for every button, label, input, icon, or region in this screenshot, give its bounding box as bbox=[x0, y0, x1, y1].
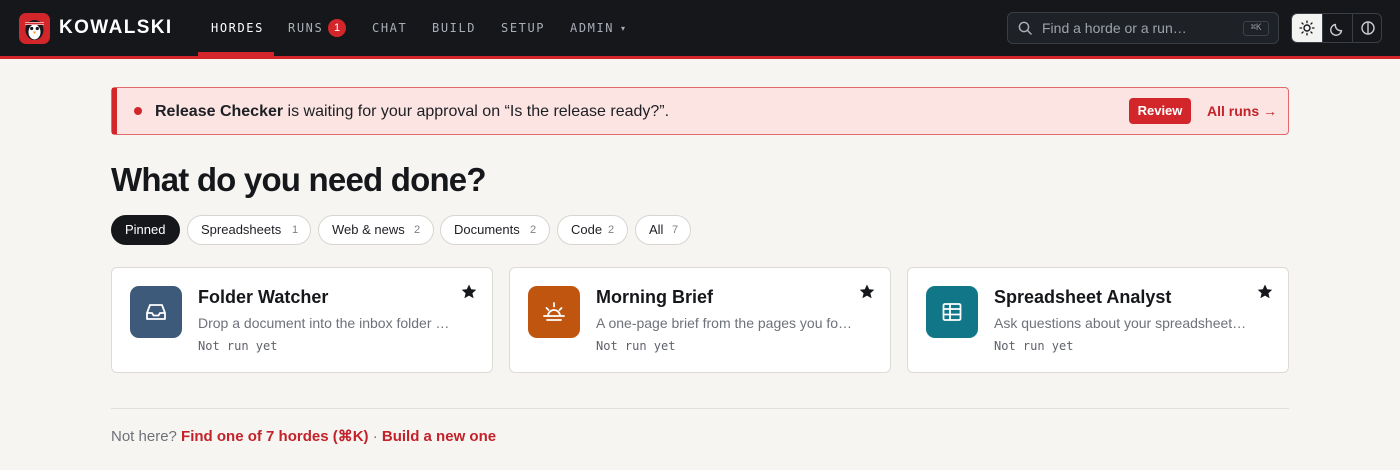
alert-message-text: is waiting for your approval on “Is the … bbox=[283, 103, 670, 120]
filter-chip-code[interactable]: Code 2 bbox=[557, 215, 628, 245]
filter-chip-spreadsheets[interactable]: Spreadsheets 1 bbox=[187, 215, 311, 245]
filter-chip-label: Spreadsheets bbox=[201, 222, 282, 237]
footer-separator: · bbox=[368, 428, 382, 445]
all-runs-link[interactable]: All runs → bbox=[1207, 102, 1277, 120]
page-title: What do you need done? bbox=[111, 161, 487, 198]
filter-chip-label: All bbox=[649, 222, 664, 237]
filter-chip-label: Web & news bbox=[332, 222, 405, 237]
star-icon[interactable] bbox=[460, 283, 478, 301]
filter-chip-count: 7 bbox=[672, 224, 679, 236]
filter-chip-label: Code bbox=[571, 222, 603, 237]
alert-horde-name: Release Checker bbox=[155, 103, 284, 120]
topbar-accent-line bbox=[0, 56, 1400, 59]
filter-chip-all[interactable]: All 7 bbox=[635, 215, 691, 245]
card-description: A one-page brief from the pages you fo… bbox=[596, 315, 853, 331]
build-new-link[interactable]: Build a new one bbox=[382, 428, 496, 445]
filter-chip-label: Pinned bbox=[125, 222, 166, 237]
filter-chip-count: 2 bbox=[414, 224, 421, 236]
table-icon bbox=[942, 303, 962, 321]
search-icon bbox=[1018, 21, 1032, 35]
nav-admin[interactable]: ADMIN bbox=[570, 0, 614, 56]
card-description: Ask questions about your spreadsheet… bbox=[994, 315, 1247, 331]
horde-card-morning-brief[interactable]: Morning Brief A one-page brief from the … bbox=[509, 267, 891, 373]
alert-accent-bar bbox=[112, 88, 117, 134]
card-title: Spreadsheet Analyst bbox=[994, 287, 1172, 307]
light-theme-button[interactable] bbox=[1292, 14, 1322, 42]
find-horde-link[interactable]: Find one of 7 hordes (⌘K) bbox=[181, 428, 369, 445]
card-status: Not run yet bbox=[198, 339, 278, 353]
card-icon-tile bbox=[130, 286, 182, 338]
sunrise-icon bbox=[543, 302, 565, 321]
card-status: Not run yet bbox=[596, 339, 676, 353]
nav-runs[interactable]: RUNS bbox=[288, 0, 323, 56]
search-box[interactable]: ⌘K bbox=[1007, 12, 1279, 44]
top-bar: KOWALSKI HORDES RUNS 1 CHAT BUILD SETUP … bbox=[0, 0, 1400, 56]
card-title: Folder Watcher bbox=[198, 287, 329, 307]
filter-chip-label: Documents bbox=[454, 222, 520, 237]
nav-chat[interactable]: CHAT bbox=[372, 0, 407, 56]
horde-card-folder-watcher[interactable]: Folder Watcher Drop a document into the … bbox=[111, 267, 493, 373]
horde-card-spreadsheet-analyst[interactable]: Spreadsheet Analyst Ask questions about … bbox=[907, 267, 1289, 373]
card-title: Morning Brief bbox=[596, 287, 713, 307]
contrast-theme-button[interactable] bbox=[1353, 14, 1381, 42]
runs-count-badge: 1 bbox=[328, 19, 346, 37]
filter-chip-documents[interactable]: Documents 2 bbox=[440, 215, 550, 245]
card-icon-tile bbox=[528, 286, 580, 338]
card-description: Drop a document into the inbox folder … bbox=[198, 315, 450, 331]
penguin-logo-icon[interactable] bbox=[19, 13, 50, 44]
moon-icon bbox=[1330, 23, 1343, 36]
review-button[interactable]: Review bbox=[1129, 98, 1191, 124]
sun-icon bbox=[1299, 20, 1315, 36]
star-icon[interactable] bbox=[1256, 283, 1274, 301]
nav-build[interactable]: BUILD bbox=[432, 0, 476, 56]
dark-theme-button[interactable] bbox=[1323, 14, 1353, 42]
search-shortcut-hint: ⌘K bbox=[1243, 21, 1269, 36]
section-divider bbox=[111, 408, 1289, 409]
filter-chip-count: 2 bbox=[530, 224, 537, 236]
contrast-icon bbox=[1361, 21, 1375, 35]
filter-chip-pinned[interactable]: Pinned bbox=[111, 215, 180, 245]
footer-help: Not here? Find one of 7 hordes (⌘K) · Bu… bbox=[111, 427, 496, 447]
filter-chip-web-news[interactable]: Web & news 2 bbox=[318, 215, 434, 245]
approval-alert: Release Checker is waiting for your appr… bbox=[111, 87, 1289, 135]
chevron-down-icon[interactable]: ▾ bbox=[621, 0, 625, 56]
search-input[interactable] bbox=[1042, 18, 1242, 38]
alert-status-dot bbox=[134, 107, 142, 115]
nav-hordes[interactable]: HORDES bbox=[211, 0, 264, 56]
card-icon-tile bbox=[926, 286, 978, 338]
alert-message: Release Checker is waiting for your appr… bbox=[155, 102, 669, 122]
star-icon[interactable] bbox=[858, 283, 876, 301]
footer-prefix: Not here? bbox=[111, 428, 182, 445]
brand-name[interactable]: KOWALSKI bbox=[59, 16, 173, 40]
inbox-icon bbox=[146, 304, 166, 320]
filter-chip-count: 2 bbox=[608, 224, 615, 236]
card-status: Not run yet bbox=[994, 339, 1074, 353]
nav-setup[interactable]: SETUP bbox=[501, 0, 545, 56]
filter-chip-count: 1 bbox=[292, 224, 299, 236]
theme-switcher bbox=[1291, 13, 1382, 43]
